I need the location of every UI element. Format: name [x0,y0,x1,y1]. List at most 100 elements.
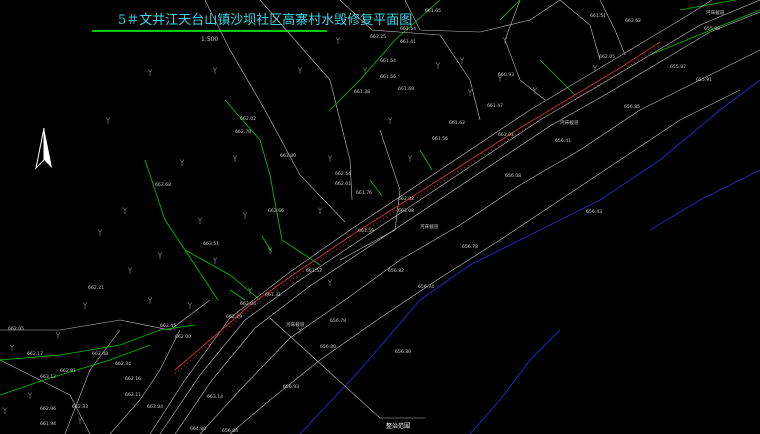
elevation-label: 661.59 [358,228,374,234]
elevation-label: 662.29 [226,314,242,320]
elevation-label: 661.54 [400,26,416,32]
tree-symbol-icon [335,37,341,44]
water-labels: 河床截道 河床截道 河床截道 河床截道 [286,9,725,328]
elevation-label: 662.17 [27,351,43,357]
callout: 整治范围 [269,317,425,430]
elevation-label: 656.93 [283,384,299,390]
elevation-label: 662.34 [115,361,131,367]
elevation-label: 662.54 [335,171,351,177]
elevation-label: 663.11 [125,392,141,398]
elevation-label: 662.01 [498,132,514,138]
elevation-label: 656.80 [395,349,411,355]
elevation-label: 662.05 [8,326,24,332]
elevation-label: 663.08 [398,208,414,214]
elevation-label: 661.51 [590,13,606,19]
elevation-label: 662.05 [599,54,615,60]
elevation-label: 656.74 [418,284,434,290]
elevation-label: 661.31 [265,292,281,298]
elevation-label: 656.85 [624,104,640,110]
north-arrow-icon [35,127,52,170]
elevation-label: 661.62 [449,120,465,126]
tree-symbol-icon [407,155,413,162]
tree-symbol-icon [97,229,103,236]
elevation-label: 662.21 [88,285,104,291]
elevation-label: 662.04 [240,301,256,307]
elevation-label: 664.80 [190,426,206,432]
tree-symbol-icon [459,57,465,64]
elevation-label: 655.99 [704,26,720,32]
elevation-label: 661.94 [40,421,56,427]
elevation-label: 662.00 [175,334,191,340]
tree-symbol-icon [127,267,133,274]
tree-symbol-icon [147,69,153,76]
tree-symbol-icon [592,65,598,72]
water-label: 河床截道 [420,223,439,230]
elevation-label: 661.68 [398,86,414,92]
tree-symbol-icon [467,89,473,96]
elevation-label: 661.52 [306,268,322,274]
elevation-label: 656.78 [462,244,478,250]
tree-symbol-icon [27,392,33,399]
road-embankment [149,0,760,434]
terrain-boundaries [0,0,626,434]
river-boundary [299,79,760,434]
elevation-label: 656.41 [555,138,571,144]
tree-symbol-icon [82,302,88,309]
tree-symbol-icon [9,344,15,351]
elevation-label: 655.87 [670,64,686,70]
cad-drawing: 5＃文井江天台山镇沙坝社区高寨村水毁修复平面图 1:500 整治范围 河床截道 … [0,0,760,434]
elevation-label: 663.62 [625,18,641,24]
tree-symbol-icon [212,67,218,74]
tree-symbol-icon [187,302,193,309]
elevation-label: 656.82 [388,268,404,274]
elevation-label: 656.84 [222,428,238,434]
tree-symbol-icon [157,252,163,259]
elevation-label: 662.68 [155,182,171,188]
water-label: 河床截道 [706,9,725,16]
revetment-line [174,41,661,375]
tree-symbol-icon [297,327,303,334]
elevation-label: 662.66 [268,208,284,214]
elevation-label: 662.78 [235,129,251,135]
elevation-label: 660.93 [498,72,514,78]
tree-symbol-icon [327,155,333,162]
elevation-label: 662.01 [335,181,351,187]
tree-symbol-icon [122,207,128,214]
drawing-title: 5＃文井江天台山镇沙坝社区高寨村水毁修复平面图 [118,12,412,28]
tree-symbol-icon [212,257,218,264]
elevation-label: 661.65 [425,8,441,14]
elevation-label: 663.84 [147,404,163,410]
tree-symbol-icon [327,279,333,286]
tree-symbol-icon [179,159,185,166]
tree-symbol-icon [77,417,83,424]
water-label: 河床截道 [560,119,579,126]
vegetation-symbols [2,37,598,424]
elevation-label: 661.38 [354,89,370,95]
elevation-label: 663.80 [280,153,296,159]
elevation-label: 663.25 [370,34,386,40]
water-label: 河床截道 [286,321,305,328]
tree-symbol-icon [387,117,393,124]
elevation-label: 661.56 [380,74,396,80]
elevation-label: 661.47 [487,103,503,109]
tree-symbol-icon [242,212,248,219]
elevation-label: 662.33 [72,404,88,410]
tree-symbol-icon [147,297,153,304]
tree-symbol-icon [105,117,111,124]
callout-label: 整治范围 [386,422,410,430]
tree-symbol-icon [317,207,323,214]
tree-symbol-icon [197,217,203,224]
elevation-label: 656.78 [330,318,346,324]
elevation-label: 662.02 [240,116,256,122]
elevation-label: 662.45 [160,323,176,329]
tree-symbol-icon [2,407,8,414]
elevation-label: 661.41 [400,39,416,45]
tree-symbol-icon [232,155,238,162]
elevation-label: 662.96 [40,406,56,412]
tree-symbol-icon [297,67,303,74]
elevation-label: 656.08 [505,173,521,179]
tree-symbol-icon [55,332,61,339]
elevation-label: 663.51 [203,241,219,247]
elevation-label: 661.54 [380,58,396,64]
elevation-label: 662.81 [60,368,76,374]
